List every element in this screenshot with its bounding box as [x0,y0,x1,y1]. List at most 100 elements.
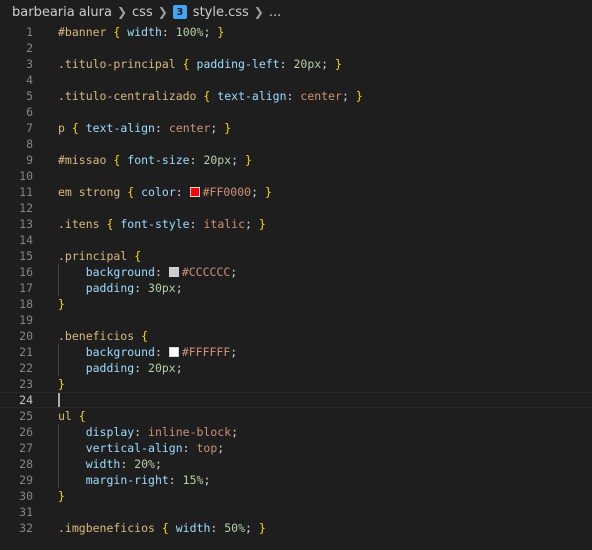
code-line[interactable]: 4 [0,72,592,88]
breadcrumb-file[interactable]: style.css [193,5,249,20]
token-punc: : [120,457,135,471]
token-punc [65,121,72,135]
code-line[interactable]: 11 em strong { color: #FF0000; } [0,184,592,200]
token-punc: ; [341,89,356,103]
code-line[interactable]: 19 [0,312,592,328]
line-number: 18 [19,297,33,311]
line-number: 21 [19,345,33,359]
token-num: 20px [203,153,232,167]
token-punc [169,521,176,535]
css3-icon: 3 [172,5,187,19]
breadcrumb-folder-root[interactable]: barbearia alura [12,5,112,20]
code-line[interactable]: 6 [0,104,592,120]
code-line[interactable]: 12 [0,200,592,216]
token-punc: ; [230,345,238,359]
code-line[interactable]: 26 display: inline-block; [0,424,592,440]
code-line[interactable]: 2 [0,40,592,56]
chevron-right-icon: ❯ [157,5,168,19]
breadcrumb-symbols[interactable]: ... [269,5,281,20]
code-line[interactable]: 1 #banner { width: 100%; } [0,24,592,40]
line-number: 6 [26,105,33,119]
token-punc: : [154,265,169,279]
code-text: } [58,488,65,504]
token-brace: { [161,521,169,535]
token-prop: background [85,265,155,279]
code-text: } [58,376,65,392]
token-brace: } [217,25,225,39]
token-prop: vertical-align [85,441,183,455]
code-line[interactable]: 3 .titulo-principal { padding-left: 20px;… [0,56,592,72]
color-swatch[interactable] [168,266,179,277]
code-text: .principal { [58,248,141,264]
token-brace: } [58,297,65,311]
color-swatch[interactable] [168,346,179,357]
code-line[interactable]: 23} [0,376,592,392]
code-text: .beneficios { [58,328,148,344]
code-text: ul { [58,408,86,424]
token-num: 20px [148,361,176,375]
code-line[interactable]: 25 ul { [0,408,592,424]
token-prop: width [85,457,121,471]
line-number: 28 [19,457,33,471]
code-line[interactable]: 9 #missao { font-size: 20px; } [0,152,592,168]
breadcrumb-folder-css[interactable]: css [132,5,153,20]
token-punc [176,57,183,71]
code-line[interactable]: 32 .imgbeneficios { width: 50%; } [0,520,592,536]
chevron-right-icon: ❯ [253,5,264,19]
code-line[interactable]: 8 [0,136,592,152]
code-line[interactable]: 10 [0,168,592,184]
line-number: 2 [26,41,33,55]
token-punc [58,457,86,471]
code-line[interactable]: 15 .principal { [0,248,592,264]
code-line[interactable]: 13 .itens { font-style: italic; } [0,216,592,232]
code-line[interactable]: 5 .titulo-centralizado { text-align: cent… [0,88,592,104]
code-line[interactable]: 17 padding: 30px; [0,280,592,296]
token-punc: ; [175,281,183,295]
line-number: 13 [19,217,33,231]
code-line[interactable]: 18} [0,296,592,312]
code-line[interactable]: 22 padding: 20px; [0,360,592,376]
token-sel: #missao [58,153,107,167]
code-line[interactable]: 28 width: 20%; [0,456,592,472]
token-val: center [300,89,342,103]
code-line[interactable]: 24 [0,392,592,408]
token-punc: : [286,89,301,103]
code-line[interactable]: 20 .beneficios { [0,328,592,344]
code-line[interactable]: 21 background: #FFFFFF; [0,344,592,360]
token-punc: ; [230,265,238,279]
token-num: 15% [182,473,204,487]
code-text: background: #CCCCCC; [58,264,238,280]
token-punc: : [134,281,149,295]
code-line[interactable]: 31 [0,504,592,520]
code-line[interactable]: 30} [0,488,592,504]
token-punc: : [134,361,149,375]
token-val: #FFFFFF [181,345,231,359]
code-line[interactable]: 16 background: #CCCCCC; [0,264,592,280]
code-text: p { text-align: center; } [58,120,231,136]
code-line[interactable]: 7 p { text-align: center; } [0,120,592,136]
token-punc: ; [245,217,259,231]
token-punc [58,361,86,375]
token-punc [72,409,79,423]
token-brace: } [258,521,266,535]
line-number: 7 [26,121,33,135]
code-line[interactable]: 27 vertical-align: top; [0,440,592,456]
token-val: inline-block [148,425,232,439]
code-line[interactable]: 29 margin-right: 15%; [0,472,592,488]
token-punc [155,521,162,535]
token-tag: p [58,121,65,135]
line-number: 29 [19,473,33,487]
token-punc: : [182,441,197,455]
token-punc [58,281,86,295]
code-line[interactable]: 14 [0,232,592,248]
token-punc [58,473,86,487]
code-text: .imgbeneficios { width: 50%; } [58,520,266,536]
token-brace: { [134,249,142,263]
code-editor[interactable]: 1 #banner { width: 100%; } 2 3 .titulo-princ… [0,24,592,550]
token-punc: ; [231,153,246,167]
token-punc: ; [245,521,259,535]
line-number: 12 [19,201,33,215]
color-swatch[interactable] [189,186,200,197]
token-punc: : [210,521,225,535]
token-punc: ; [175,361,183,375]
